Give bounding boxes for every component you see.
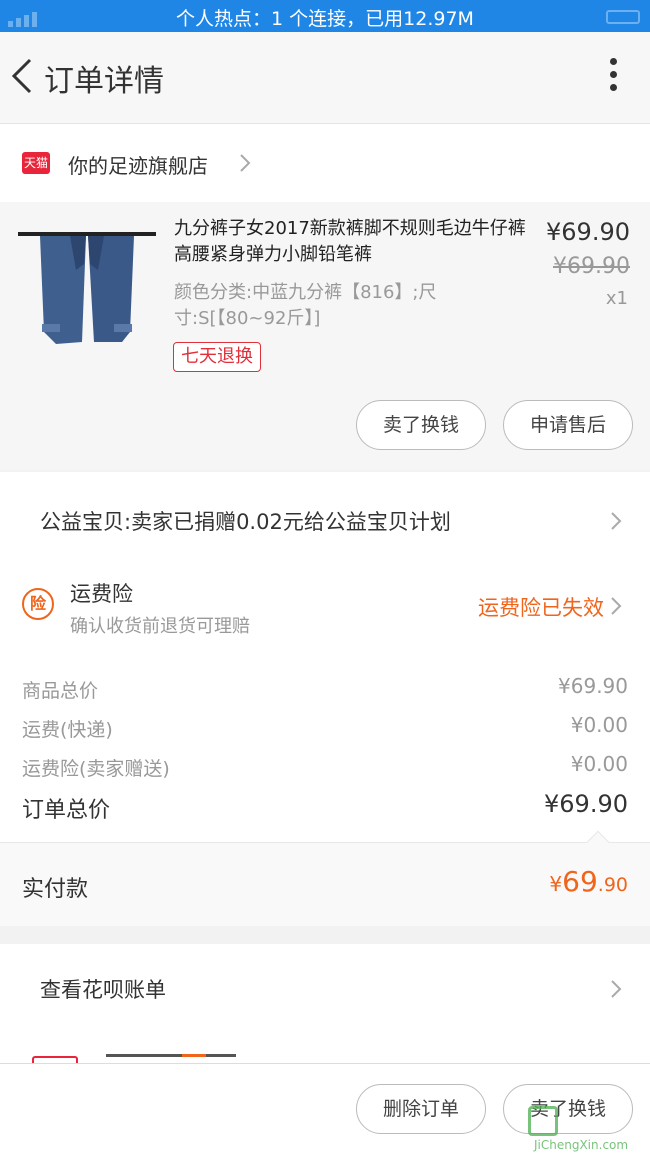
chevron-right-icon — [611, 980, 622, 998]
item-title[interactable]: 九分裤子女2017新款裤脚不规则毛边牛仔裤高腰紧身弹力小脚铅笔裤 — [174, 216, 534, 268]
fee-label: 运费险(卖家赠送) — [22, 758, 170, 780]
insurance-status[interactable]: 运费险已失效 — [478, 592, 604, 622]
after-sale-button[interactable]: 申请售后 — [503, 400, 633, 450]
watermark-site: JiChengXin.com — [534, 1138, 629, 1152]
item-price: ¥69.90 — [546, 218, 630, 246]
status-bar: 个人热点：1 个连接，已用12.97M — [0, 0, 650, 32]
order-total-value: ¥69.90 — [544, 790, 628, 818]
watermark: JiChengXin.com — [528, 1104, 644, 1154]
item-quantity: x1 — [605, 288, 628, 309]
fee-label: 运费(快递) — [22, 719, 113, 741]
sell-button[interactable]: 卖了换钱 — [356, 400, 486, 450]
return-policy-tag: 七天退换 — [173, 342, 261, 372]
item-spec: 颜色分类:中蓝九分裤【816】;尺寸:S[【80~92斤】] — [174, 282, 437, 329]
shop-row[interactable]: 天猫 你的足迹旗舰店 — [0, 124, 650, 202]
more-icon[interactable] — [606, 58, 620, 98]
paid-currency: ¥ — [549, 872, 563, 896]
paid-amount: ¥69.90 — [549, 865, 628, 898]
fee-value: ¥0.00 — [570, 713, 628, 737]
nav-bar: 订单详情 — [0, 32, 650, 124]
back-icon[interactable] — [8, 54, 40, 98]
chevron-right-icon — [611, 597, 622, 615]
item-original-price: ¥69.90 — [553, 254, 630, 279]
battery-icon — [540, 8, 640, 24]
tmall-icon: 天猫 — [22, 152, 50, 174]
order-item[interactable]: 九分裤子女2017新款裤脚不规则毛边牛仔裤高腰紧身弹力小脚铅笔裤 ¥69.90 … — [0, 202, 650, 470]
insurance-subtitle: 确认收货前退货可理赔 — [70, 616, 250, 637]
paid-label: 实付款 — [22, 877, 89, 902]
insurance-icon: 险 — [22, 588, 54, 620]
notch-decoration — [586, 830, 610, 854]
paid-decimal: .90 — [597, 874, 628, 896]
bottom-action-bar: 删除订单 卖了换钱 JiChengXin.com — [0, 1063, 650, 1155]
fee-label: 商品总价 — [22, 680, 99, 702]
charity-row[interactable]: 公益宝贝:卖家已捐赠0.02元给公益宝贝计划 — [40, 506, 451, 536]
paid-row: 实付款 ¥69.90 — [0, 830, 650, 926]
page-title: 订单详情 — [44, 64, 164, 99]
chevron-right-icon — [611, 512, 622, 530]
order-total-label: 订单总价 — [22, 798, 111, 823]
product-thumbnail[interactable] — [18, 224, 156, 352]
fee-value: ¥69.90 — [558, 674, 628, 698]
paid-integer: 69 — [562, 865, 598, 898]
chevron-right-icon — [240, 154, 251, 172]
order-info-card: 公益宝贝:卖家已捐赠0.02元给公益宝贝计划 险 运费险 确认收货前退货可理赔 … — [0, 472, 650, 926]
fee-value: ¥0.00 — [570, 752, 628, 776]
insurance-title: 运费险 — [70, 582, 133, 606]
delete-order-button[interactable]: 删除订单 — [356, 1084, 486, 1134]
huabei-bill-row[interactable]: 查看花呗账单 — [40, 974, 166, 1004]
shop-name: 你的足迹旗舰店 — [68, 154, 208, 178]
watermark-logo — [528, 1106, 558, 1136]
